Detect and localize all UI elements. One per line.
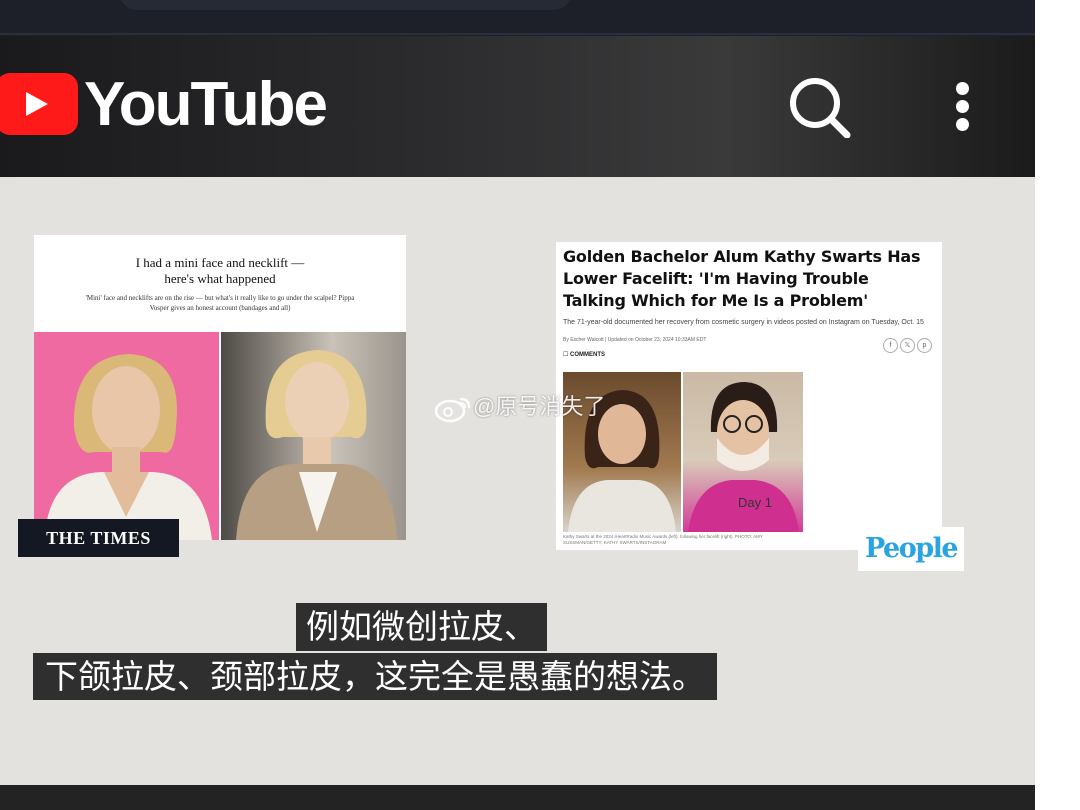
people-photo-right: Day 1 (683, 372, 803, 532)
play-icon (26, 92, 48, 116)
video-frame[interactable]: I had a mini face and necklift — here's … (0, 177, 1035, 785)
status-area (0, 0, 1035, 36)
watermark-text: @原号消失了 (473, 394, 606, 419)
youtube-logo-icon[interactable] (0, 73, 78, 135)
portrait-illustration (236, 350, 397, 540)
pinterest-icon: p (917, 338, 932, 353)
people-article: Golden Bachelor Alum Kathy Swarts Has Lo… (556, 242, 942, 550)
x-icon: 𝕏 (900, 338, 915, 353)
times-headline: I had a mini face and necklift — here's … (34, 255, 406, 287)
youtube-wordmark[interactable]: YouTube (84, 70, 328, 140)
times-subhead: 'Mini' face and necklifts are on the ris… (85, 294, 355, 312)
search-icon (790, 78, 851, 139)
comments-link: ☐ COMMENTS (563, 351, 605, 358)
weibo-watermark: @原号消失了 (433, 387, 605, 427)
search-button[interactable] (786, 76, 852, 139)
phone-screen: YouTube I had a mini face and necklift —… (0, 0, 1035, 810)
facebook-icon: f (883, 338, 898, 353)
subtitle-line-1: 例如微创拉皮、 (296, 603, 547, 651)
more-dot (956, 100, 969, 113)
times-headline-line1: I had a mini face and necklift — (135, 255, 305, 270)
more-dot (956, 118, 969, 131)
portrait-illustration (44, 354, 212, 540)
times-photo-left (34, 332, 219, 540)
more-dot (956, 82, 969, 95)
photo-day-label: Day 1 (738, 495, 772, 510)
times-photo-right (221, 332, 406, 540)
share-buttons: f𝕏p (883, 334, 939, 353)
bottom-bar (0, 785, 1035, 810)
times-headline-line2: here's what happened (164, 271, 276, 286)
weibo-icon (434, 397, 471, 423)
times-article: I had a mini face and necklift — here's … (34, 235, 406, 540)
people-headline: Golden Bachelor Alum Kathy Swarts Has Lo… (563, 247, 921, 310)
times-logo: THE TIMES (18, 519, 179, 557)
people-byline: By Escher Walcott | Updated on October 2… (563, 337, 707, 343)
top-pill (118, 0, 573, 10)
people-caption: Kathy Swarts at the 2024 iHeartRadio Mus… (563, 534, 763, 545)
people-logo: People (858, 527, 964, 571)
divider (0, 33, 1035, 35)
subtitle-line-2: 下颌拉皮、颈部拉皮，这完全是愚蠢的想法。 (33, 653, 717, 700)
more-options-button[interactable] (946, 78, 980, 134)
comment-icon: ☐ (563, 352, 571, 358)
people-dek: The 71-year-old documented her recovery … (563, 319, 924, 326)
comments-label: COMMENTS (570, 352, 606, 358)
